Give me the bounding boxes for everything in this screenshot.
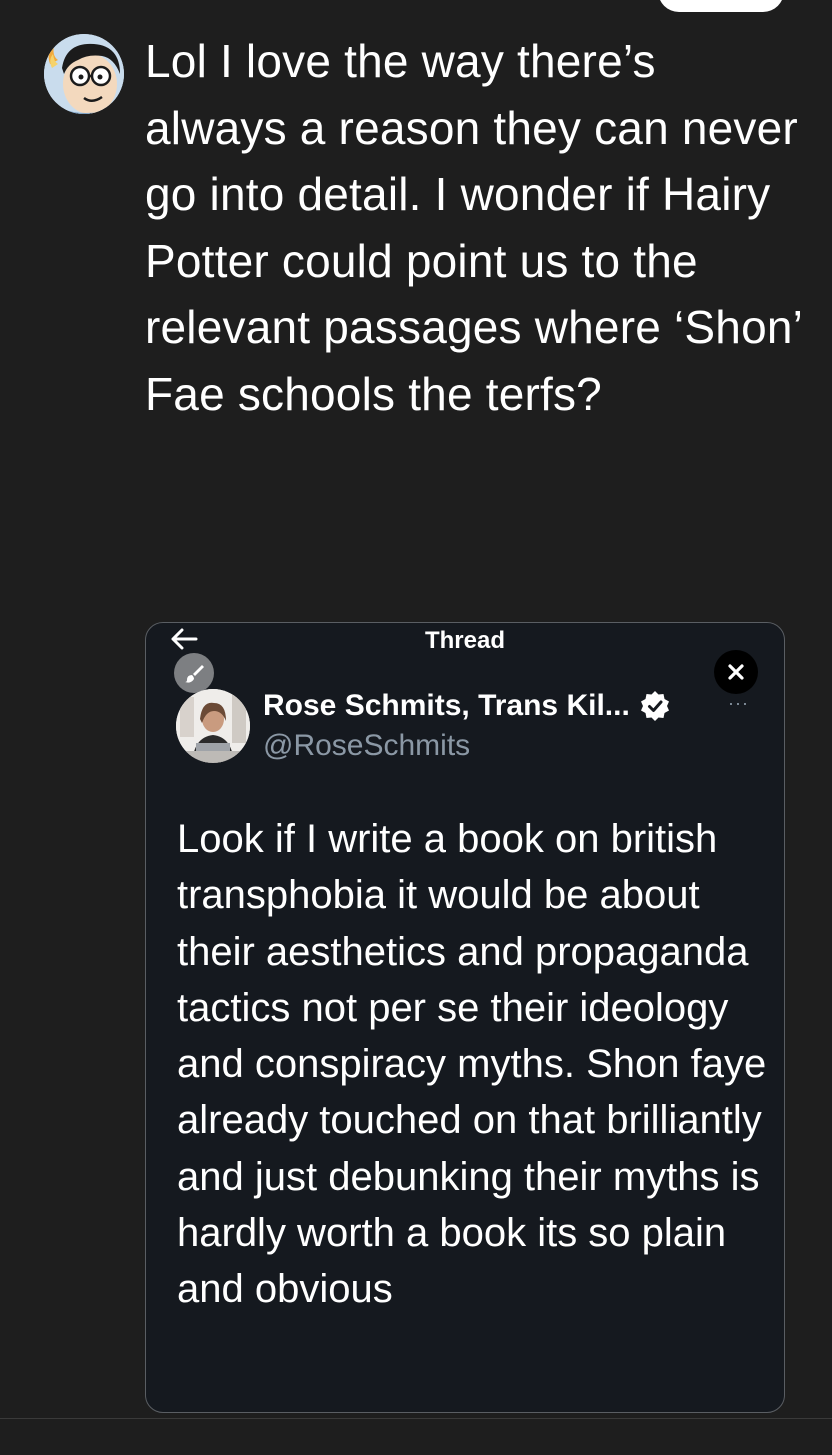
edit-brush-button[interactable] [174, 653, 214, 693]
profile-photo-image [176, 689, 250, 763]
more-icon[interactable]: ··· [728, 693, 749, 714]
close-icon [728, 664, 744, 680]
quoted-author-handle[interactable]: @RoseSchmits [263, 729, 470, 763]
post-text: Lol I love the way there’s always a reas… [145, 35, 802, 420]
close-button[interactable] [714, 650, 758, 694]
avatar[interactable] [44, 34, 124, 114]
quoted-thread-card[interactable]: Thread Rose Schmits, Trans Kil... ··· @R… [145, 622, 785, 1413]
quoted-author-name-row[interactable]: Rose Schmits, Trans Kil... [263, 689, 670, 723]
cartoon-avatar-image [44, 34, 124, 114]
divider [0, 1418, 832, 1419]
quoted-author-avatar[interactable] [176, 689, 250, 763]
brush-icon [185, 665, 204, 683]
quoted-tweet-text: Look if I write a book on british transp… [177, 817, 767, 1312]
quoted-author-name[interactable]: Rose Schmits, Trans Kil... [263, 689, 630, 723]
thread-title: Thread [424, 627, 505, 654]
top-action-pill[interactable] [658, 0, 784, 12]
verified-badge-icon [640, 691, 669, 721]
